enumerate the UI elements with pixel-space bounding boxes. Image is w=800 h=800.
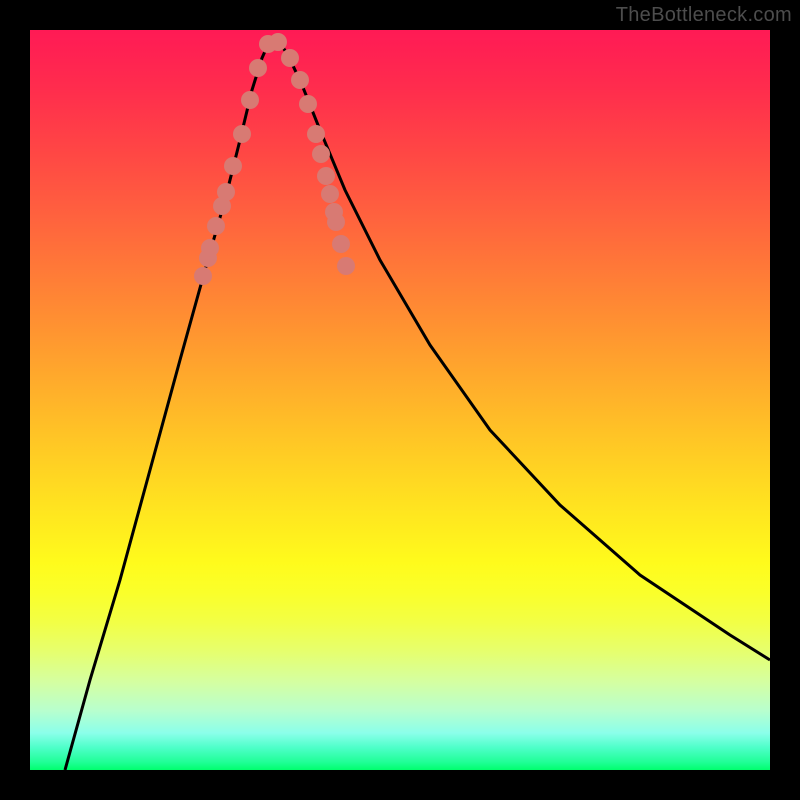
data-point: [233, 125, 251, 143]
data-point: [217, 183, 235, 201]
data-point: [312, 145, 330, 163]
chart-container: TheBottleneck.com: [0, 0, 800, 800]
data-point: [299, 95, 317, 113]
data-point: [207, 217, 225, 235]
data-point: [224, 157, 242, 175]
data-point: [321, 185, 339, 203]
data-point: [307, 125, 325, 143]
watermark-text: TheBottleneck.com: [616, 4, 792, 27]
data-point: [269, 33, 287, 51]
data-point: [249, 59, 267, 77]
data-point: [337, 257, 355, 275]
data-point: [241, 91, 259, 109]
data-point: [194, 267, 212, 285]
data-point: [327, 213, 345, 231]
data-point: [317, 167, 335, 185]
curve-layer: [30, 30, 770, 770]
data-point: [281, 49, 299, 67]
data-point: [291, 71, 309, 89]
data-point: [201, 239, 219, 257]
plot-area: [30, 30, 770, 770]
bottleneck-curve: [65, 40, 770, 770]
data-point: [332, 235, 350, 253]
